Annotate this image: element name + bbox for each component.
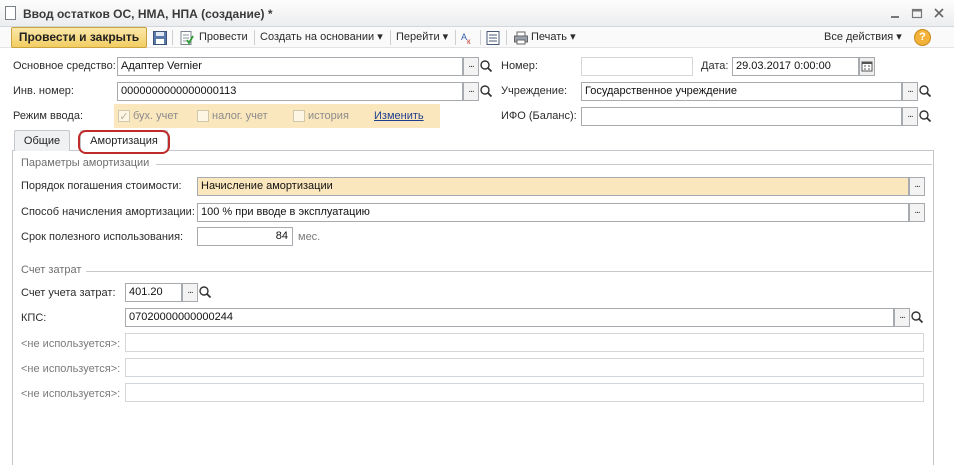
change-mode-link[interactable]: Изменить xyxy=(374,109,424,123)
toolbar-separator xyxy=(254,30,255,45)
method-select-button[interactable]: ... xyxy=(909,203,925,222)
costs-group-title: Счет затрат xyxy=(21,264,82,276)
search-icon[interactable] xyxy=(479,82,493,101)
spellcheck-icon[interactable]: Aк xyxy=(461,31,475,46)
group-divider xyxy=(86,271,932,272)
search-icon[interactable] xyxy=(479,57,493,76)
toolbar-separator xyxy=(172,30,173,45)
search-icon[interactable] xyxy=(910,308,924,327)
chevron-down-icon: ▾ xyxy=(896,31,902,43)
repay-field[interactable]: Начисление амортизации xyxy=(197,177,909,196)
number-label: Номер: xyxy=(501,60,538,72)
useful-life-field[interactable]: 84 xyxy=(197,227,293,246)
goto-button[interactable]: Перейти ▾ xyxy=(396,27,448,48)
create-based-on-label: Создать на основании xyxy=(260,31,375,43)
all-actions-button[interactable]: Все действия ▾ xyxy=(824,27,902,48)
inv-number-field[interactable]: 0000000000000000113 xyxy=(117,82,463,101)
unused-label-1: <не используется>: xyxy=(21,338,121,350)
chevron-down-icon: ▾ xyxy=(570,31,576,43)
asset-label: Основное средство: xyxy=(13,60,116,72)
close-icon[interactable] xyxy=(932,6,946,20)
toolbar-separator xyxy=(506,30,507,45)
checkbox-accounting-label: бух. учет xyxy=(133,110,179,122)
unused-label-2: <не используется>: xyxy=(21,363,121,375)
toolbar-separator xyxy=(390,30,391,45)
unused-field-3 xyxy=(125,383,924,402)
inv-number-label: Инв. номер: xyxy=(13,85,74,97)
group-divider xyxy=(156,164,932,165)
unused-label-3: <не используется>: xyxy=(21,388,121,400)
repay-select-button[interactable]: ... xyxy=(909,177,925,196)
svg-text:к: к xyxy=(467,37,471,45)
checkbox-history[interactable] xyxy=(293,110,305,122)
useful-life-unit: мес. xyxy=(298,231,321,243)
unused-field-2 xyxy=(125,358,924,377)
org-field[interactable]: Государственное учреждение xyxy=(581,82,902,101)
save-icon[interactable] xyxy=(153,31,167,45)
minimize-icon[interactable] xyxy=(888,6,902,20)
date-label: Дата: xyxy=(701,60,729,72)
calendar-icon[interactable] xyxy=(859,57,875,76)
repay-label: Порядок погашения стоимости: xyxy=(21,180,182,192)
window-title: Ввод остатков ОС, НМА, НПА (создание) * xyxy=(23,7,273,21)
ifo-field[interactable] xyxy=(581,107,902,126)
goto-label: Перейти xyxy=(396,31,440,43)
create-based-on-button[interactable]: Создать на основании ▾ xyxy=(260,27,383,48)
post-button[interactable]: Провести xyxy=(199,27,248,48)
restore-icon[interactable] xyxy=(910,6,924,20)
amortization-group-title: Параметры амортизации xyxy=(21,157,150,169)
post-icon[interactable] xyxy=(180,31,194,45)
highlight-circle xyxy=(78,130,170,154)
checkbox-tax[interactable] xyxy=(197,110,209,122)
tab-general[interactable]: Общие xyxy=(14,130,70,151)
search-icon[interactable] xyxy=(918,82,932,101)
asset-field[interactable]: Адаптер Vernier xyxy=(117,57,463,76)
cost-account-select-button[interactable]: ... xyxy=(182,283,198,302)
chevron-down-icon: ▾ xyxy=(442,31,449,43)
help-icon[interactable]: ? xyxy=(914,29,931,46)
printer-icon[interactable] xyxy=(514,31,528,45)
checkbox-history-label: история xyxy=(308,110,349,122)
print-label: Печать xyxy=(531,31,568,43)
unused-field-1 xyxy=(125,333,924,352)
kps-field[interactable]: 07020000000000244 xyxy=(125,308,894,327)
org-label: Учреждение: xyxy=(501,85,568,97)
toolbar-separator xyxy=(455,30,456,45)
toolbar-separator xyxy=(480,30,481,45)
asset-select-button[interactable]: ... xyxy=(463,57,479,76)
method-label: Способ начисления амортизации: xyxy=(21,206,195,218)
org-select-button[interactable]: ... xyxy=(902,82,918,101)
input-mode-label: Режим ввода: xyxy=(13,110,84,122)
inv-number-select-button[interactable]: ... xyxy=(463,82,479,101)
ifo-select-button[interactable]: ... xyxy=(902,107,918,126)
cost-account-field[interactable]: 401.20 xyxy=(125,283,182,302)
kps-select-button[interactable]: ... xyxy=(894,308,910,327)
ifo-label: ИФО (Баланс): xyxy=(501,110,577,122)
method-field[interactable]: 100 % при вводе в эксплуатацию xyxy=(197,203,909,222)
all-actions-label: Все действия xyxy=(824,31,894,43)
chevron-down-icon: ▾ xyxy=(377,31,383,43)
search-icon[interactable] xyxy=(918,107,932,126)
kps-label: КПС: xyxy=(21,312,47,324)
document-icon xyxy=(5,6,16,20)
number-field[interactable] xyxy=(581,57,693,76)
print-button[interactable]: Печать ▾ xyxy=(531,27,576,48)
useful-life-label: Срок полезного использования: xyxy=(21,231,184,243)
checkbox-accounting[interactable]: ✓ xyxy=(118,110,130,123)
search-icon[interactable] xyxy=(198,283,212,302)
report-icon[interactable] xyxy=(486,31,500,45)
checkbox-tax-label: налог. учет xyxy=(212,110,268,122)
cost-account-label: Счет учета затрат: xyxy=(21,287,116,299)
post-and-close-button[interactable]: Провести и закрыть xyxy=(11,27,147,48)
date-field[interactable]: 29.03.2017 0:00:00 xyxy=(732,57,859,76)
